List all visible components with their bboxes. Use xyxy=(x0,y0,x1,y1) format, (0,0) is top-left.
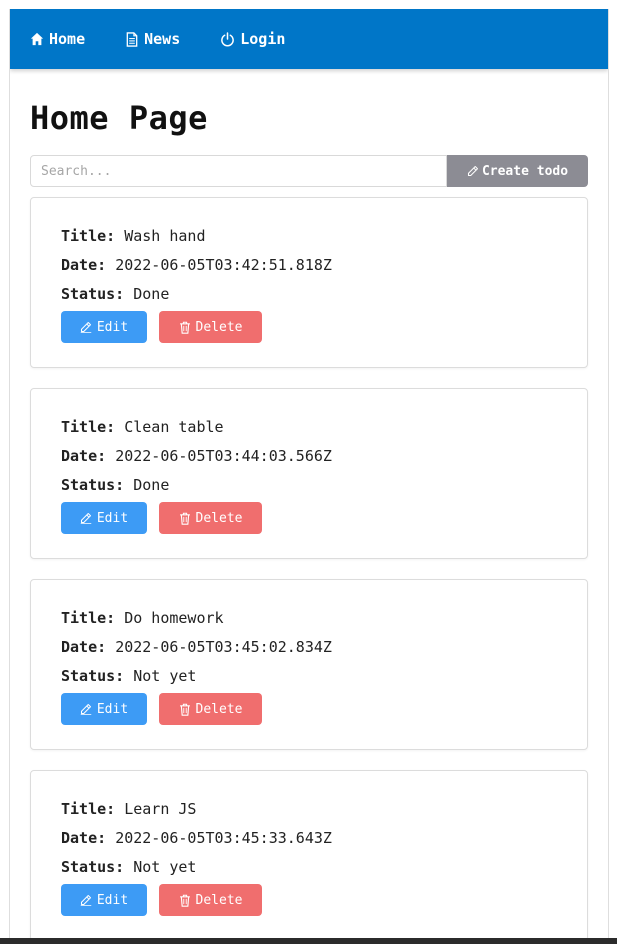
todo-status: Status: Not yet xyxy=(61,853,557,882)
todo-card: Title: Learn JS Date: 2022-06-05T03:45:3… xyxy=(30,770,588,941)
trash-icon xyxy=(179,703,190,716)
search-row: Create todo xyxy=(30,155,588,187)
delete-label: Delete xyxy=(195,701,243,717)
date-value: 2022-06-05T03:45:02.834Z xyxy=(115,638,332,656)
todo-actions: Edit Delete xyxy=(61,884,557,916)
edit-button[interactable]: Edit xyxy=(61,884,147,916)
nav-login-label: Login xyxy=(240,30,286,48)
title-value: Clean table xyxy=(124,418,224,436)
status-label: Status: xyxy=(61,285,125,303)
pencil-icon xyxy=(80,321,92,333)
todo-title: Title: Learn JS xyxy=(61,795,557,824)
delete-label: Delete xyxy=(195,510,243,526)
title-value: Learn JS xyxy=(124,800,197,818)
power-icon xyxy=(221,31,235,46)
status-value: Not yet xyxy=(133,667,197,685)
navbar: Home News Login xyxy=(10,9,608,69)
edit-button[interactable]: Edit xyxy=(61,502,147,534)
title-label: Title: xyxy=(61,800,116,818)
home-icon xyxy=(30,32,44,46)
date-value: 2022-06-05T03:45:33.643Z xyxy=(115,829,332,847)
status-label: Status: xyxy=(61,667,125,685)
delete-label: Delete xyxy=(195,892,243,908)
pencil-icon xyxy=(467,165,478,177)
edit-button[interactable]: Edit xyxy=(61,693,147,725)
todo-date: Date: 2022-06-05T03:45:02.834Z xyxy=(61,633,557,662)
edit-label: Edit xyxy=(96,701,129,717)
date-label: Date: xyxy=(61,829,107,847)
date-label: Date: xyxy=(61,447,107,465)
title-label: Title: xyxy=(61,227,116,245)
pencil-icon xyxy=(80,703,92,715)
edit-label: Edit xyxy=(96,892,129,908)
date-label: Date: xyxy=(61,256,107,274)
delete-label: Delete xyxy=(195,319,243,335)
nav-login[interactable]: Login xyxy=(220,30,285,48)
todo-date: Date: 2022-06-05T03:45:33.643Z xyxy=(61,824,557,853)
trash-icon xyxy=(179,894,190,907)
trash-icon xyxy=(179,512,190,525)
document-icon xyxy=(126,31,138,47)
todo-date: Date: 2022-06-05T03:44:03.566Z xyxy=(61,442,557,471)
delete-button[interactable]: Delete xyxy=(159,884,262,916)
search-input[interactable] xyxy=(30,155,447,187)
main-content: Home Page Create todo Title: Wash hand D… xyxy=(10,99,608,941)
date-value: 2022-06-05T03:44:03.566Z xyxy=(115,447,332,465)
nav-news-label: News xyxy=(144,30,181,48)
status-label: Status: xyxy=(61,476,125,494)
date-label: Date: xyxy=(61,638,107,656)
title-value: Wash hand xyxy=(124,227,206,245)
create-todo-button[interactable]: Create todo xyxy=(447,155,588,187)
todo-actions: Edit Delete xyxy=(61,502,557,534)
status-value: Done xyxy=(133,476,170,494)
delete-button[interactable]: Delete xyxy=(159,311,262,343)
todo-card: Title: Do homework Date: 2022-06-05T03:4… xyxy=(30,579,588,750)
pencil-icon xyxy=(80,894,92,906)
todo-title: Title: Clean table xyxy=(61,413,557,442)
todo-status: Status: Done xyxy=(61,471,557,500)
date-value: 2022-06-05T03:42:51.818Z xyxy=(115,256,332,274)
app-frame: Home News Login Home Page Create todo Ti… xyxy=(9,9,609,944)
todo-actions: Edit Delete xyxy=(61,311,557,343)
todo-status: Status: Done xyxy=(61,280,557,309)
pencil-icon xyxy=(80,512,92,524)
todo-title: Title: Do homework xyxy=(61,604,557,633)
todo-date: Date: 2022-06-05T03:42:51.818Z xyxy=(61,251,557,280)
title-value: Do homework xyxy=(124,609,224,627)
bottom-scrollbar[interactable] xyxy=(0,938,617,944)
delete-button[interactable]: Delete xyxy=(159,502,262,534)
status-value: Done xyxy=(133,285,170,303)
todo-status: Status: Not yet xyxy=(61,662,557,691)
nav-home[interactable]: Home xyxy=(30,30,85,48)
nav-home-label: Home xyxy=(49,30,86,48)
todo-title: Title: Wash hand xyxy=(61,222,557,251)
edit-button[interactable]: Edit xyxy=(61,311,147,343)
delete-button[interactable]: Delete xyxy=(159,693,262,725)
edit-label: Edit xyxy=(96,510,129,526)
title-label: Title: xyxy=(61,609,116,627)
nav-news[interactable]: News xyxy=(125,30,180,48)
todo-card: Title: Clean table Date: 2022-06-05T03:4… xyxy=(30,388,588,559)
create-todo-label: Create todo xyxy=(481,163,569,179)
edit-label: Edit xyxy=(96,319,129,335)
trash-icon xyxy=(179,321,190,334)
status-label: Status: xyxy=(61,858,125,876)
title-label: Title: xyxy=(61,418,116,436)
todo-card: Title: Wash hand Date: 2022-06-05T03:42:… xyxy=(30,197,588,368)
page-title: Home Page xyxy=(30,99,208,137)
todo-actions: Edit Delete xyxy=(61,693,557,725)
status-value: Not yet xyxy=(133,858,197,876)
